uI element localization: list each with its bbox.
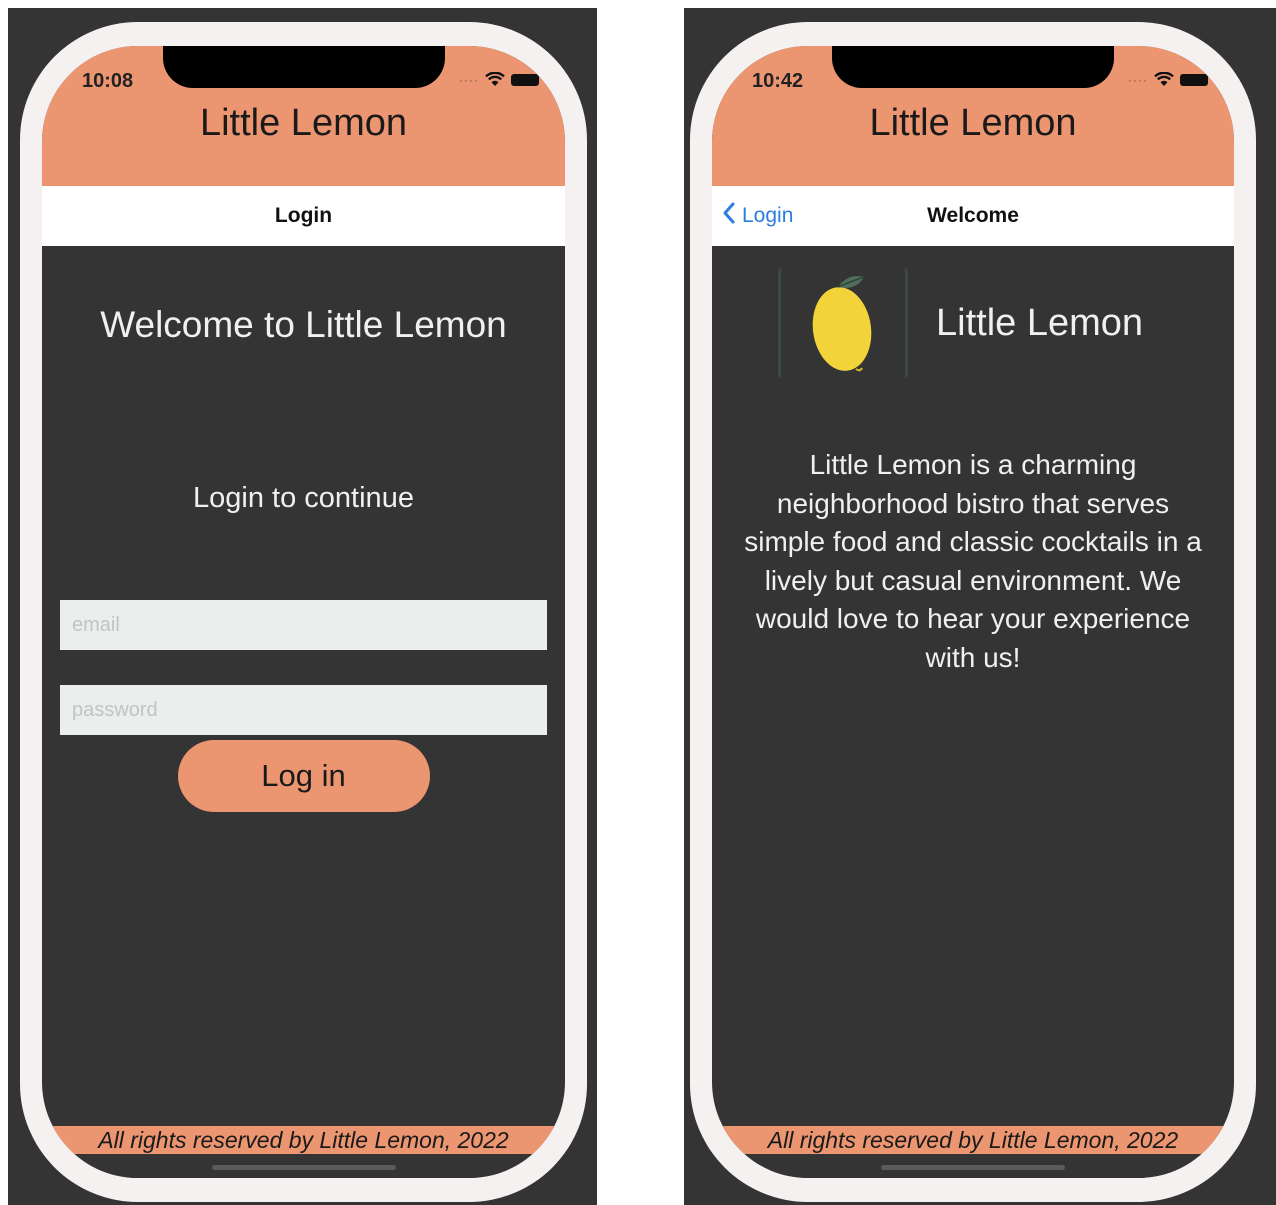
battery-icon: [511, 73, 539, 86]
phone-frame: Little Lemon 10:08 ···· Login Welcome to…: [20, 22, 587, 1202]
about-description: Little Lemon is a charming neighborhood …: [744, 449, 1202, 673]
footer: All rights reserved by Little Lemon, 202…: [42, 1126, 565, 1154]
login-subheading: Login to continue: [193, 482, 414, 514]
battery-icon: [1180, 73, 1208, 86]
password-input[interactable]: [60, 685, 547, 735]
app-title: Little Lemon: [869, 102, 1077, 144]
login-content: Welcome to Little Lemon Login to continu…: [42, 246, 565, 1126]
status-time: 10:42: [752, 70, 804, 92]
login-screen-panel: Little Lemon 10:08 ···· Login Welcome to…: [8, 8, 597, 1205]
nav-title: Login: [274, 204, 333, 227]
phone-notch: [162, 46, 445, 88]
home-indicator[interactable]: [881, 1165, 1065, 1170]
signal-icon: ····: [1128, 72, 1148, 87]
wifi-icon: [485, 72, 505, 87]
phone-screen: Little Lemon 10:42 ···· Login Welcome Li…: [712, 46, 1234, 1178]
footer: All rights reserved by Little Lemon, 202…: [712, 1126, 1234, 1154]
login-button[interactable]: Log in: [177, 740, 430, 812]
logo-row: Little Lemon: [778, 268, 1143, 378]
welcome-content: Little Lemon Little Lemon is a charming …: [712, 246, 1234, 1126]
status-time: 10:08: [82, 70, 134, 92]
welcome-screen-panel: Little Lemon 10:42 ···· Login Welcome Li…: [684, 8, 1276, 1205]
email-input[interactable]: [60, 600, 547, 650]
logo-text: Little Lemon: [936, 301, 1144, 344]
welcome-heading: Welcome to Little Lemon: [100, 304, 507, 345]
phone-notch: [832, 46, 1114, 88]
phone-screen: Little Lemon 10:08 ···· Login Welcome to…: [42, 46, 565, 1178]
wifi-icon: [1154, 72, 1174, 87]
home-bar-area: [712, 1154, 1234, 1178]
lemon-icon: [808, 269, 878, 378]
logo-frame: [778, 268, 908, 378]
nav-title: Welcome: [927, 204, 1019, 227]
phone-frame: Little Lemon 10:42 ···· Login Welcome Li…: [690, 22, 1256, 1202]
home-bar-area: [42, 1154, 565, 1178]
home-indicator[interactable]: [211, 1165, 396, 1170]
app-title: Little Lemon: [199, 102, 407, 144]
navigation-bar: Login Welcome: [712, 186, 1234, 246]
status-icons: ····: [459, 72, 539, 87]
status-icons: ····: [1128, 72, 1208, 87]
signal-icon: ····: [459, 72, 479, 87]
navigation-bar: Login: [42, 186, 565, 246]
